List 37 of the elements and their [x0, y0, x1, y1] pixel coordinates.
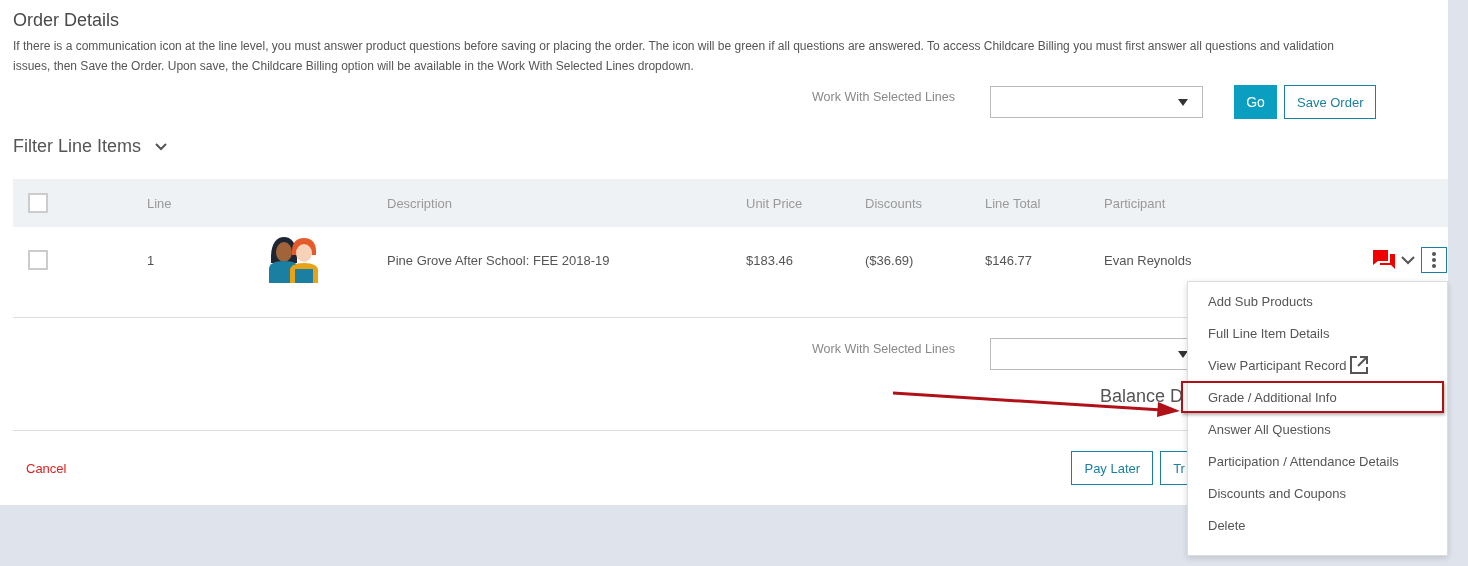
pay-later-button[interactable]: Pay Later — [1071, 451, 1154, 485]
select-all-checkbox[interactable] — [28, 193, 48, 213]
column-header: Description — [387, 195, 454, 211]
unit-price-cell-text: $183.46 — [746, 252, 794, 268]
caret-icon — [1178, 98, 1188, 106]
work-with-label: Work With Selected Lines — [812, 90, 956, 104]
menu-item[interactable]: Delete — [1188, 509, 1447, 541]
filter-toggle[interactable]: Filter Line Items — [13, 136, 168, 157]
chevron-icon — [155, 142, 168, 151]
column-header: Discounts — [865, 195, 924, 211]
menu-item[interactable]: Add Sub Products — [1188, 285, 1447, 317]
menu-item[interactable]: View Participant Record — [1188, 349, 1447, 381]
column-header: Participant — [1104, 195, 1167, 211]
instructions-text: If there is a communication icon at the line level, you must answer product questions before saving or placing the order. The icon will be green if all questions are answered. To access Childcare Billing you must first answer all questions and validation issues, then Save the Order. Upon save, the Childcare Billing option will be available in the Work With Selected Lines dropdown. — [13, 38, 1335, 75]
work-with-select[interactable] — [990, 86, 1203, 118]
discount-cell-text: ($36.69) — [865, 252, 915, 268]
line-number: 1 — [147, 252, 156, 268]
menu-item[interactable]: Answer All Questions — [1188, 413, 1447, 445]
save-order-button[interactable]: Save Order — [1284, 85, 1377, 119]
cancel-link[interactable]: Cancel — [26, 460, 67, 476]
column-header: Line — [147, 195, 173, 211]
column-header: Line Total — [985, 195, 1042, 211]
row-checkbox[interactable] — [28, 250, 48, 270]
menu-item[interactable]: Full Line Item Details — [1188, 317, 1447, 349]
caret-icon — [1178, 350, 1188, 358]
menu-item[interactable]: Grade / Additional Info — [1181, 381, 1444, 413]
line-total-cell-text: $146.77 — [985, 252, 1033, 268]
chat-icon[interactable] — [1373, 250, 1395, 270]
kebab-icon — [1432, 252, 1436, 268]
column-header: Unit Price — [746, 195, 804, 211]
participant-cell-text: Evan Reynolds — [1104, 252, 1193, 268]
chevron-down-icon[interactable] — [1401, 255, 1415, 265]
more-button[interactable] — [1421, 247, 1447, 273]
description-cell-text: Pine Grove After School: FEE 2018-19 — [387, 252, 611, 268]
work-with-label: Work With Selected Lines — [812, 342, 956, 356]
external-link-icon — [1348, 355, 1369, 375]
page-title: Order Details — [13, 9, 121, 32]
